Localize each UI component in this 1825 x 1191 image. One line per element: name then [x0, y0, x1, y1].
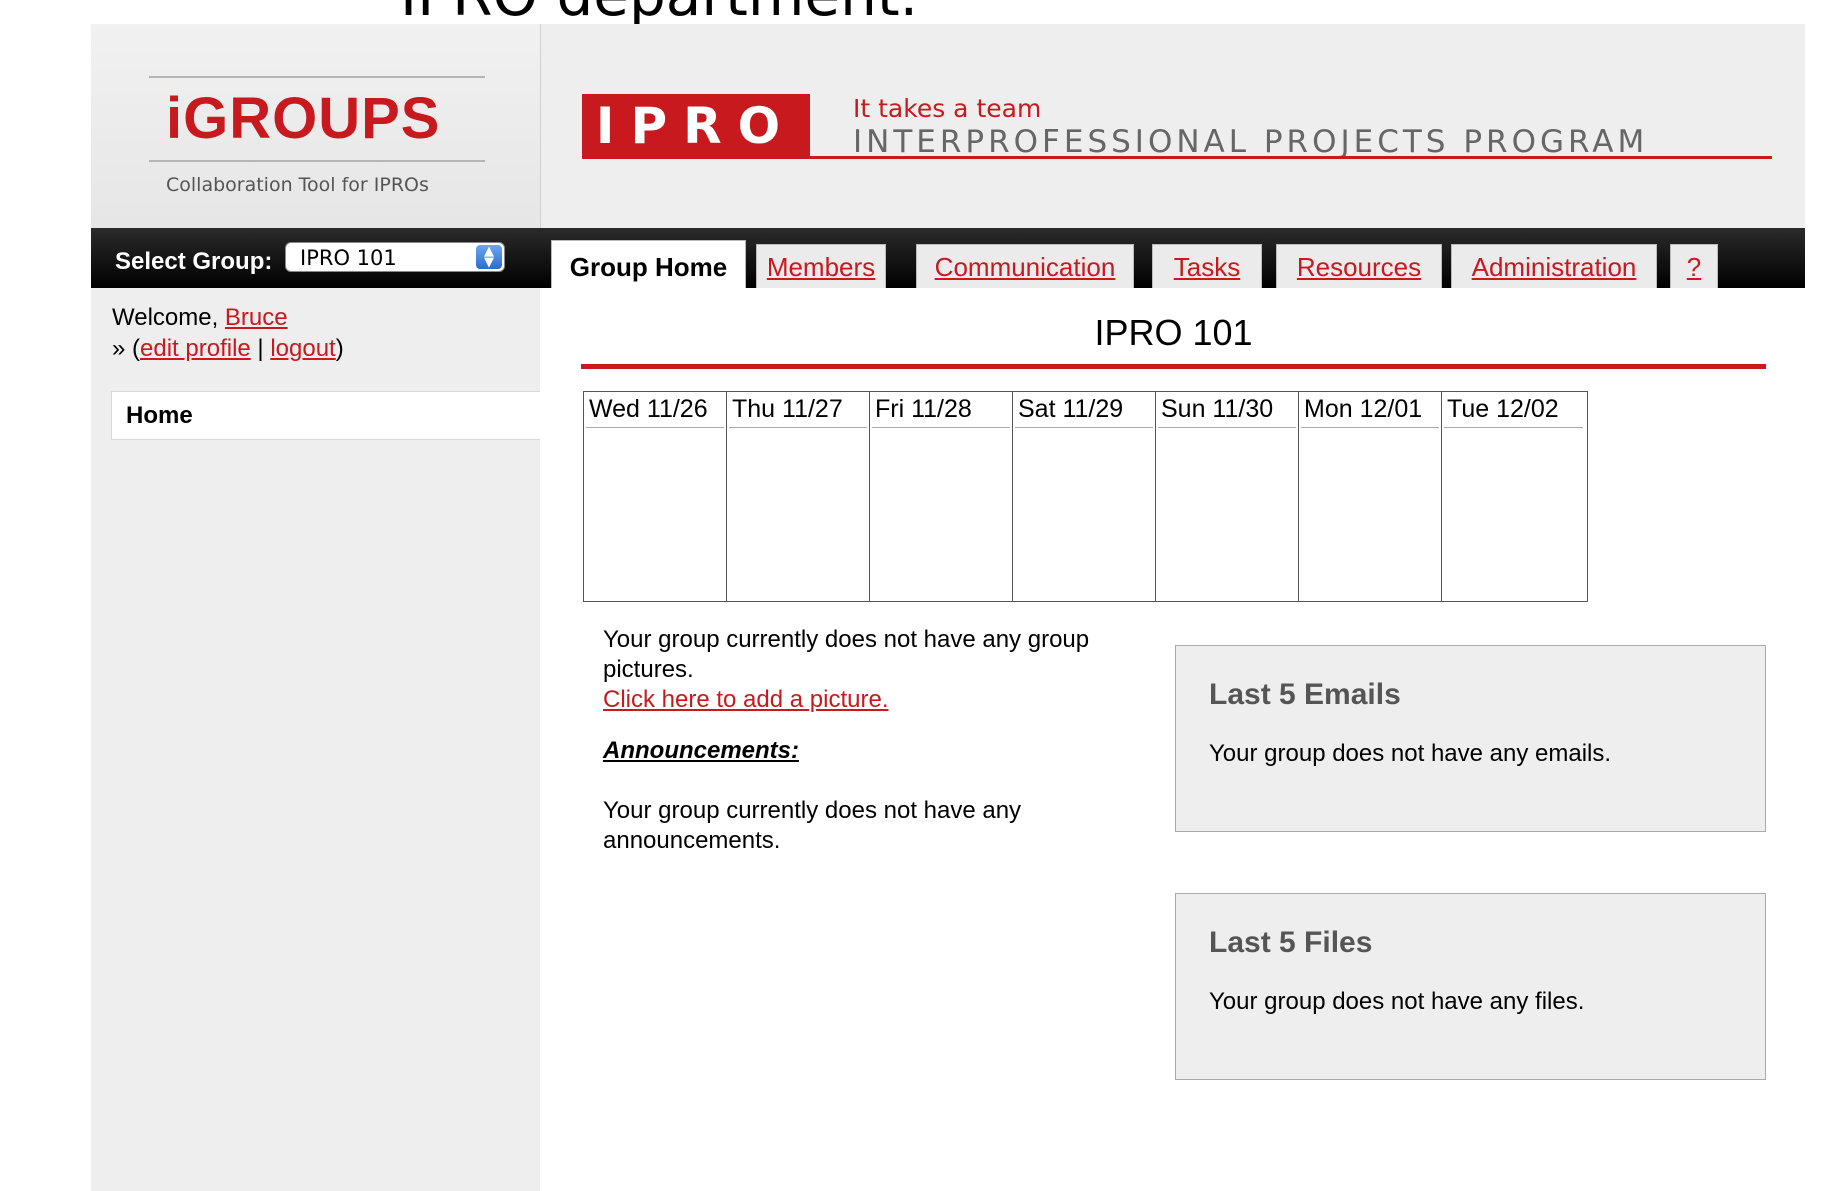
tab-communication[interactable]: Communication: [916, 244, 1134, 288]
tab-link-members[interactable]: Members: [767, 252, 875, 282]
logout-link[interactable]: logout: [270, 335, 335, 362]
brand-tagline: Collaboration Tool for IPROs: [166, 174, 429, 196]
no-announcements-text: Your group currently does not have any a…: [603, 797, 1022, 854]
tab-administration[interactable]: Administration: [1451, 244, 1657, 288]
link-separator: |: [250, 335, 271, 362]
tab-help[interactable]: ?: [1670, 244, 1718, 288]
calendar-day[interactable]: Mon 12/01: [1299, 392, 1442, 601]
calendar-day[interactable]: Wed 11/26: [584, 392, 727, 601]
calendar-day-header: Sun 11/30: [1158, 392, 1296, 428]
edit-suffix: ): [335, 335, 344, 362]
last-files-box: Last 5 Files Your group does not have an…: [1175, 893, 1766, 1080]
calendar-day-header: Mon 12/01: [1301, 392, 1439, 428]
sidebar: Welcome, Bruce » (edit profile | logout)…: [91, 288, 540, 1191]
calendar-day[interactable]: Thu 11/27: [727, 392, 870, 601]
ipro-program-name: INTERPROFESSIONAL PROJECTS PROGRAM: [853, 124, 1649, 160]
ipro-logo-badge: IPRO: [582, 94, 810, 158]
header-banner: IPRO It takes a team INTERPROFESSIONAL P…: [541, 24, 1805, 228]
tab-link-communication[interactable]: Communication: [935, 252, 1116, 282]
tab-link-tasks[interactable]: Tasks: [1174, 252, 1240, 282]
tab-label: Group Home: [569, 252, 728, 282]
tab-link-resources[interactable]: Resources: [1297, 252, 1421, 282]
tab-resources[interactable]: Resources: [1276, 244, 1442, 288]
page-title: IPRO 101: [1094, 312, 1253, 353]
calendar-day-header: Sat 11/29: [1015, 392, 1153, 428]
sidebar-item-home[interactable]: Home: [111, 391, 540, 440]
last-emails-text: Your group does not have any emails.: [1209, 740, 1612, 767]
edit-prefix: » (: [112, 335, 141, 362]
week-calendar: Wed 11/26 Thu 11/27 Fri 11/28 Sat 11/29 …: [583, 391, 1588, 602]
igroups-logo[interactable]: iGROUPS: [166, 90, 441, 148]
last-files-title: Last 5 Files: [1209, 926, 1373, 959]
calendar-day-header: Fri 11/28: [872, 392, 1010, 428]
calendar-day-header: Thu 11/27: [729, 392, 867, 428]
no-pictures-text: Your group currently does not have any g…: [603, 626, 1090, 683]
last-emails-box: Last 5 Emails Your group does not have a…: [1175, 645, 1766, 832]
header-underline: [582, 156, 1772, 159]
tab-link-administration[interactable]: Administration: [1472, 252, 1637, 282]
brand-rule-bottom: [149, 160, 485, 162]
select-arrows-icon: ▲ ▼: [476, 245, 502, 269]
title-divider: [581, 364, 1766, 369]
calendar-day[interactable]: Sun 11/30: [1156, 392, 1299, 601]
tab-members[interactable]: Members: [756, 244, 886, 288]
tab-link-help[interactable]: ?: [1687, 252, 1701, 282]
last-files-text: Your group does not have any files.: [1209, 988, 1585, 1015]
group-pictures-section: Your group currently does not have any g…: [603, 625, 1163, 715]
ipro-tagline: It takes a team: [853, 94, 1042, 123]
slide-title-fragment: IPRO department.: [400, 0, 918, 24]
calendar-day[interactable]: Sat 11/29: [1013, 392, 1156, 601]
group-select[interactable]: IPRO 101 ▲ ▼: [285, 242, 505, 272]
calendar-day-header: Tue 12/02: [1444, 392, 1583, 428]
last-emails-title: Last 5 Emails: [1209, 678, 1401, 711]
welcome-block: Welcome, Bruce » (edit profile | logout): [112, 302, 344, 364]
add-picture-link[interactable]: Click here to add a picture.: [603, 685, 1163, 715]
calendar-day-header: Wed 11/26: [586, 392, 724, 428]
calendar-day[interactable]: Tue 12/02: [1442, 392, 1585, 601]
brand-rule-top: [149, 76, 485, 78]
select-group-label: Select Group:: [115, 248, 273, 275]
group-select-value: IPRO 101: [300, 246, 397, 270]
calendar-day[interactable]: Fri 11/28: [870, 392, 1013, 601]
brand-panel: iGROUPS Collaboration Tool for IPROs: [91, 24, 541, 228]
tab-group-home[interactable]: Group Home: [551, 240, 746, 288]
welcome-prefix: Welcome,: [112, 304, 225, 331]
tab-tasks[interactable]: Tasks: [1152, 244, 1262, 288]
user-link[interactable]: Bruce: [225, 304, 288, 331]
edit-profile-link[interactable]: edit profile: [140, 335, 251, 362]
announcements-heading: Announcements:: [603, 737, 800, 764]
